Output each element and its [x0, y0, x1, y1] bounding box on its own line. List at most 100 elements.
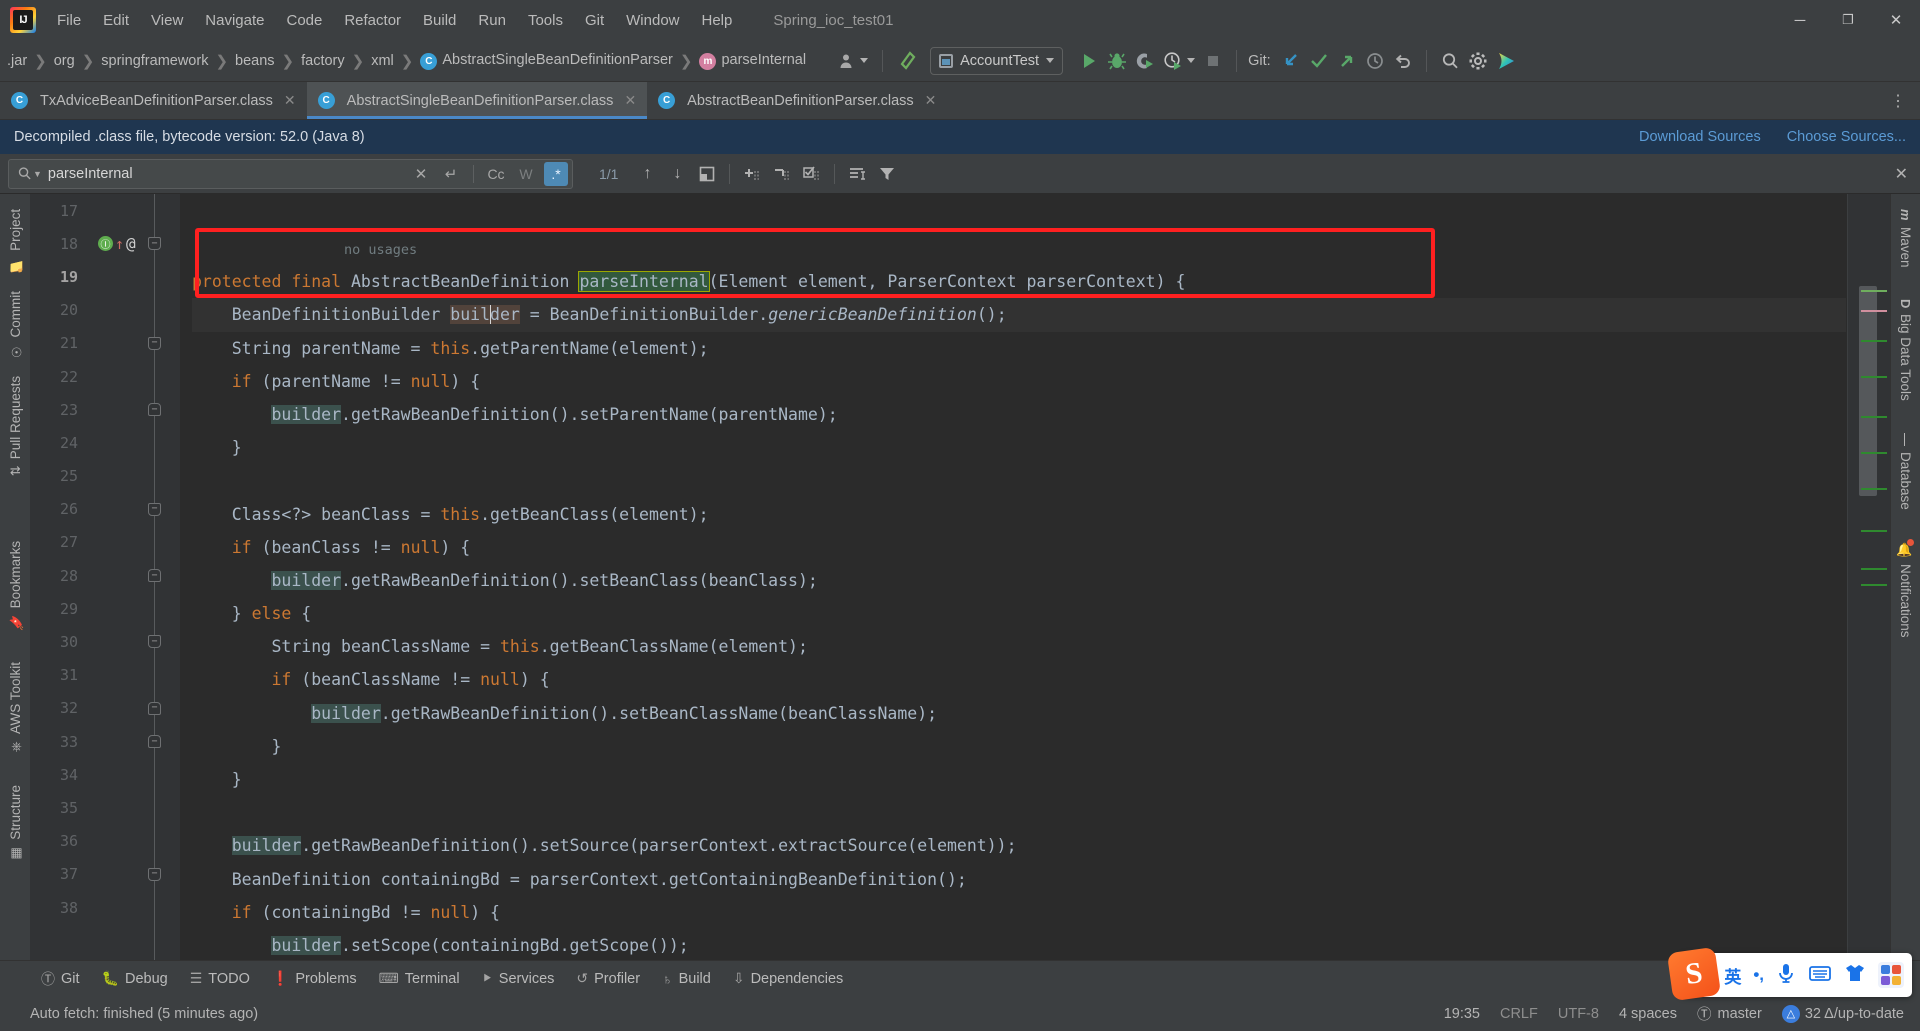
breadcrumb-org[interactable]: org	[49, 50, 80, 72]
profile-selector-button[interactable]	[833, 47, 873, 75]
breadcrumb-beans[interactable]: beans	[230, 50, 280, 72]
code-line[interactable]: String parentName = this.getParentName(e…	[192, 332, 1846, 365]
code-line[interactable]: }	[192, 431, 1846, 464]
git-branch-widget[interactable]: Ⓣ master	[1687, 999, 1772, 1028]
menu-refactor[interactable]: Refactor	[333, 8, 412, 33]
caret-position[interactable]: 19:35	[1434, 1002, 1490, 1026]
bottom-item-build[interactable]: ♄Build	[651, 966, 722, 992]
overriding-method-icon[interactable]: ↑	[115, 238, 124, 250]
fold-collapse-icon[interactable]: −	[148, 868, 161, 881]
tab-close-icon[interactable]: ✕	[925, 92, 937, 109]
fold-collapse-icon[interactable]: −	[148, 237, 161, 250]
fold-end-icon[interactable]: −	[148, 702, 161, 715]
gutter-line[interactable]: 17	[30, 194, 180, 227]
menu-git[interactable]: Git	[574, 8, 615, 33]
code-line[interactable]: protected final AbstractBeanDefinition p…	[192, 265, 1846, 298]
line-separator[interactable]: CRLF	[1490, 1002, 1548, 1026]
code-line[interactable]	[192, 464, 1846, 497]
find-next-icon[interactable]: ↓	[662, 160, 692, 188]
code-line[interactable]: String beanClassName = this.getBeanClass…	[192, 630, 1846, 663]
gutter-line[interactable]: 27	[30, 526, 180, 559]
code-line[interactable]: builder.getRawBeanDefinition().setSource…	[192, 829, 1846, 862]
stop-button[interactable]	[1199, 47, 1227, 75]
bottom-item-profiler[interactable]: ↺Profiler	[565, 965, 651, 992]
code-line[interactable]: BeanDefinition containingBd = parserCont…	[192, 863, 1846, 896]
sidebar-item-notifications[interactable]: 🔔 Notifications	[1894, 533, 1917, 646]
file-encoding[interactable]: UTF-8	[1548, 1002, 1609, 1026]
tab-abstractbeandefinitionparser[interactable]: C AbstractBeanDefinitionParser.class ✕	[647, 82, 947, 119]
close-find-icon[interactable]: ✕	[1895, 164, 1908, 184]
code-line[interactable]: builder.getRawBeanDefinition().setBeanCl…	[192, 697, 1846, 730]
gutter-line[interactable]: 35	[30, 791, 180, 824]
gutter-line[interactable]: 20	[30, 294, 180, 327]
code-line[interactable]: builder.getRawBeanDefinition().setParent…	[192, 398, 1846, 431]
ide-plugin-button[interactable]	[1492, 47, 1520, 75]
gutter-line[interactable]: 38	[30, 891, 180, 924]
tab-close-icon[interactable]: ✕	[624, 92, 636, 109]
code-line[interactable]: builder.setScope(containingBd.getScope()…	[192, 929, 1846, 960]
gutter-line[interactable]: 18Ⓘ↑@−	[30, 227, 180, 260]
gutter-line[interactable]: 37−	[30, 858, 180, 891]
annotation-gutter-icon[interactable]: @	[126, 234, 136, 253]
indent-setting[interactable]: 4 spaces	[1609, 1002, 1687, 1026]
gutter-line[interactable]: 33−	[30, 725, 180, 758]
code-line[interactable]: if (beanClass != null) {	[192, 531, 1846, 564]
code-line[interactable]: BeanDefinitionBuilder builder = BeanDefi…	[192, 298, 1846, 331]
download-sources-link[interactable]: Download Sources	[1639, 129, 1761, 145]
code-line[interactable]: }	[192, 730, 1846, 763]
toolbox-icon[interactable]	[1878, 962, 1904, 988]
microphone-icon[interactable]	[1776, 962, 1796, 989]
ime-punctuation-mode[interactable]: •,	[1753, 965, 1764, 985]
code-line[interactable]: }	[192, 763, 1846, 796]
skin-icon[interactable]	[1844, 963, 1866, 988]
settings-button[interactable]	[1464, 47, 1492, 75]
usages-hint[interactable]: no usages	[192, 242, 417, 258]
menu-run[interactable]: Run	[467, 8, 517, 33]
bottom-item-git[interactable]: ⓉGit	[30, 964, 91, 994]
git-commit-button[interactable]	[1305, 47, 1333, 75]
menu-window[interactable]: Window	[615, 8, 690, 33]
gutter-line[interactable]: 34	[30, 758, 180, 791]
breadcrumb-class[interactable]: CAbstractSingleBeanDefinitionParser	[415, 49, 678, 73]
bottom-item-terminal[interactable]: ⌨Terminal	[368, 965, 471, 992]
menu-tools[interactable]: Tools	[517, 8, 574, 33]
editor-marker-rail[interactable]	[1846, 194, 1890, 960]
subtract-selection-icon[interactable]	[767, 160, 797, 188]
fold-collapse-icon[interactable]: −	[148, 635, 161, 648]
sidebar-item-project[interactable]: 📁 Project	[4, 200, 27, 282]
breadcrumb-method[interactable]: mparseInternal	[694, 49, 811, 73]
tab-txadvicebeandefinitionparser[interactable]: C TxAdviceBeanDefinitionParser.class ✕	[0, 82, 307, 119]
tabs-overflow-button[interactable]: ⋮	[1882, 82, 1914, 119]
gutter-line[interactable]: 25	[30, 460, 180, 493]
breadcrumb-factory[interactable]: factory	[296, 50, 350, 72]
regex-toggle[interactable]: .*	[544, 162, 568, 186]
gutter-line[interactable]: 22	[30, 360, 180, 393]
check-selection-icon[interactable]	[797, 160, 827, 188]
maximize-button[interactable]: ❐	[1824, 0, 1872, 40]
multiline-search-icon[interactable]: ↵	[439, 162, 463, 186]
code-line[interactable]: } else {	[192, 597, 1846, 630]
code-line[interactable]: if (parentName != null) {	[192, 365, 1846, 398]
sidebar-item-structure[interactable]: ▦ Structure	[4, 776, 27, 870]
menu-file[interactable]: File	[46, 8, 92, 33]
gutter-line[interactable]: 23−	[30, 393, 180, 426]
git-push-button[interactable]	[1333, 47, 1361, 75]
minimize-button[interactable]: ─	[1776, 0, 1824, 40]
git-history-button[interactable]	[1361, 47, 1389, 75]
code-line[interactable]: Class<?> beanClass = this.getBeanClass(e…	[192, 498, 1846, 531]
sidebar-item-commit[interactable]: ☉ Commit	[4, 282, 27, 368]
select-all-occurrences-icon[interactable]	[692, 160, 722, 188]
code-line[interactable]: no usages	[192, 232, 1846, 265]
bottom-item-todo[interactable]: ☰TODO	[179, 965, 261, 992]
tab-close-icon[interactable]: ✕	[284, 92, 296, 109]
in-selection-icon[interactable]	[842, 160, 872, 188]
match-case-toggle[interactable]: Cc	[484, 162, 508, 186]
bottom-item-debug[interactable]: 🐛Debug	[91, 965, 179, 992]
menu-navigate[interactable]: Navigate	[194, 8, 275, 33]
gutter-line[interactable]: 24	[30, 426, 180, 459]
bottom-item-dependencies[interactable]: ⇩Dependencies	[722, 965, 854, 992]
code-line[interactable]: if (containingBd != null) {	[192, 896, 1846, 929]
fold-collapse-icon[interactable]: −	[148, 337, 161, 350]
find-previous-icon[interactable]: ↑	[632, 160, 662, 188]
keyboard-icon[interactable]	[1808, 963, 1832, 988]
